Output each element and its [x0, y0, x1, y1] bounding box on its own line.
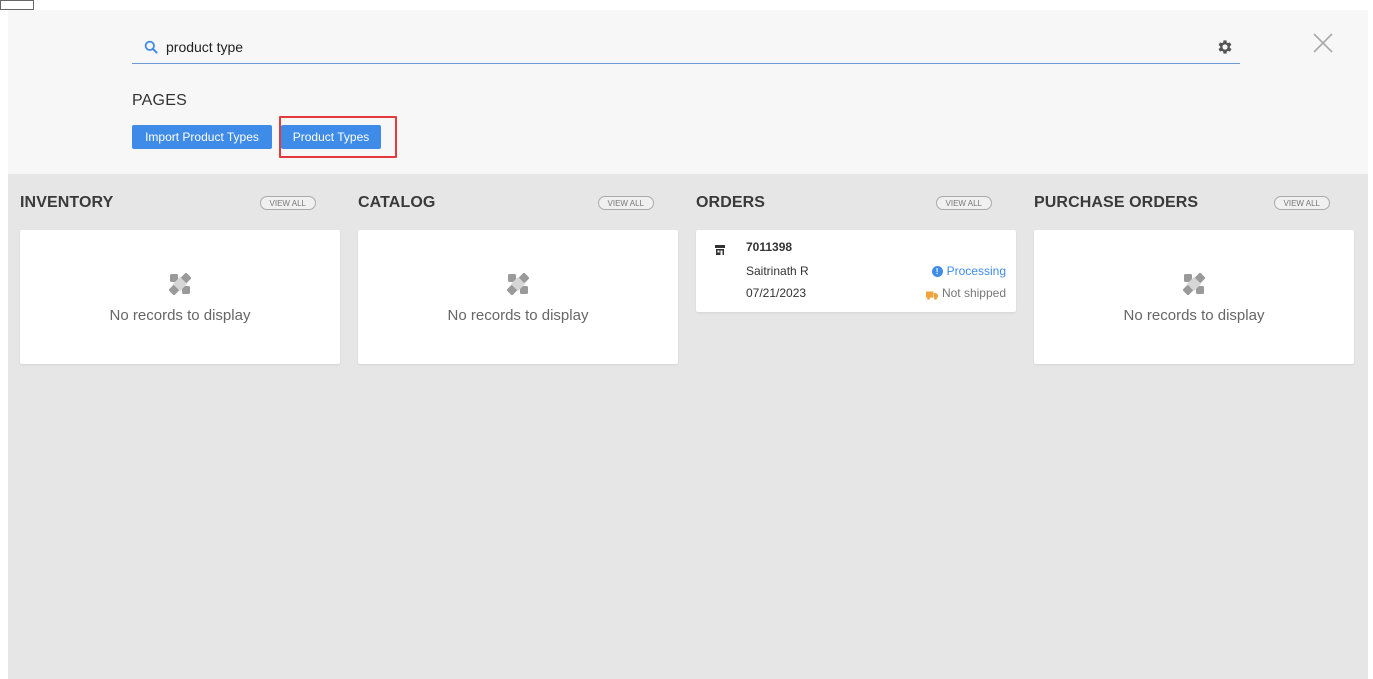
orders-view-all-button[interactable]: VIEW ALL [935, 196, 992, 210]
inventory-title: INVENTORY [20, 194, 114, 211]
catalog-empty-text: No records to display [447, 306, 589, 324]
catalog-header: CATALOG VIEW ALL [358, 192, 654, 214]
catalog-view-all-button[interactable]: VIEW ALL [597, 196, 654, 210]
inventory-view-all-button[interactable]: VIEW ALL [259, 196, 316, 210]
order-shipping: Not shipped [925, 286, 1006, 300]
close-icon[interactable] [1310, 30, 1336, 56]
search-area: PAGES Import Product Types Product Types [8, 10, 1368, 174]
product-types-button[interactable]: Product Types [281, 125, 381, 149]
catalog-column: CATALOG VIEW ALL No records to display [346, 174, 678, 374]
order-status: ! Processing [931, 264, 1006, 278]
inventory-empty-card: No records to display [20, 230, 340, 364]
no-records-icon [1181, 271, 1207, 297]
inventory-header: INVENTORY VIEW ALL [20, 192, 316, 214]
purchase-orders-column: PURCHASE ORDERS VIEW ALL No records to d… [1022, 174, 1354, 374]
no-records-icon [167, 271, 193, 297]
orders-column: ORDERS VIEW ALL 7011398 Saitrinath R 07/… [684, 174, 1016, 374]
search-bar [132, 30, 1240, 64]
order-date: 07/21/2023 [746, 286, 807, 300]
store-icon [714, 243, 726, 255]
purchase-orders-empty-text: No records to display [1123, 306, 1265, 324]
purchase-orders-title: PURCHASE ORDERS [1034, 194, 1199, 211]
purchase-orders-empty-card: No records to display [1034, 230, 1354, 364]
import-product-types-button[interactable]: Import Product Types [132, 125, 272, 149]
inventory-column: INVENTORY VIEW ALL No records to display [8, 174, 340, 374]
gear-icon[interactable] [1216, 38, 1234, 56]
window-corner-box [0, 0, 34, 10]
search-icon [140, 36, 162, 58]
order-shipping-text: Not shipped [941, 286, 1006, 300]
order-customer: Saitrinath R [746, 264, 809, 278]
orders-header: ORDERS VIEW ALL [696, 192, 992, 214]
orders-title: ORDERS [696, 194, 766, 211]
search-results: INVENTORY VIEW ALL No records to display… [8, 174, 1368, 679]
global-search-panel: PAGES Import Product Types Product Types… [8, 10, 1368, 679]
info-icon: ! [931, 265, 943, 277]
no-records-icon [505, 271, 531, 297]
inventory-empty-text: No records to display [109, 306, 251, 324]
catalog-title: CATALOG [358, 194, 436, 211]
purchase-orders-view-all-button[interactable]: VIEW ALL [1273, 196, 1330, 210]
order-status-text: Processing [946, 264, 1006, 278]
search-input[interactable] [166, 31, 1240, 62]
truck-icon [925, 289, 938, 300]
order-card[interactable]: 7011398 Saitrinath R 07/21/2023 ! Proces… [696, 230, 1016, 312]
catalog-empty-card: No records to display [358, 230, 678, 364]
purchase-orders-header: PURCHASE ORDERS VIEW ALL [1034, 192, 1330, 214]
order-id: 7011398 [746, 240, 793, 254]
pages-section-title: PAGES [132, 92, 187, 109]
